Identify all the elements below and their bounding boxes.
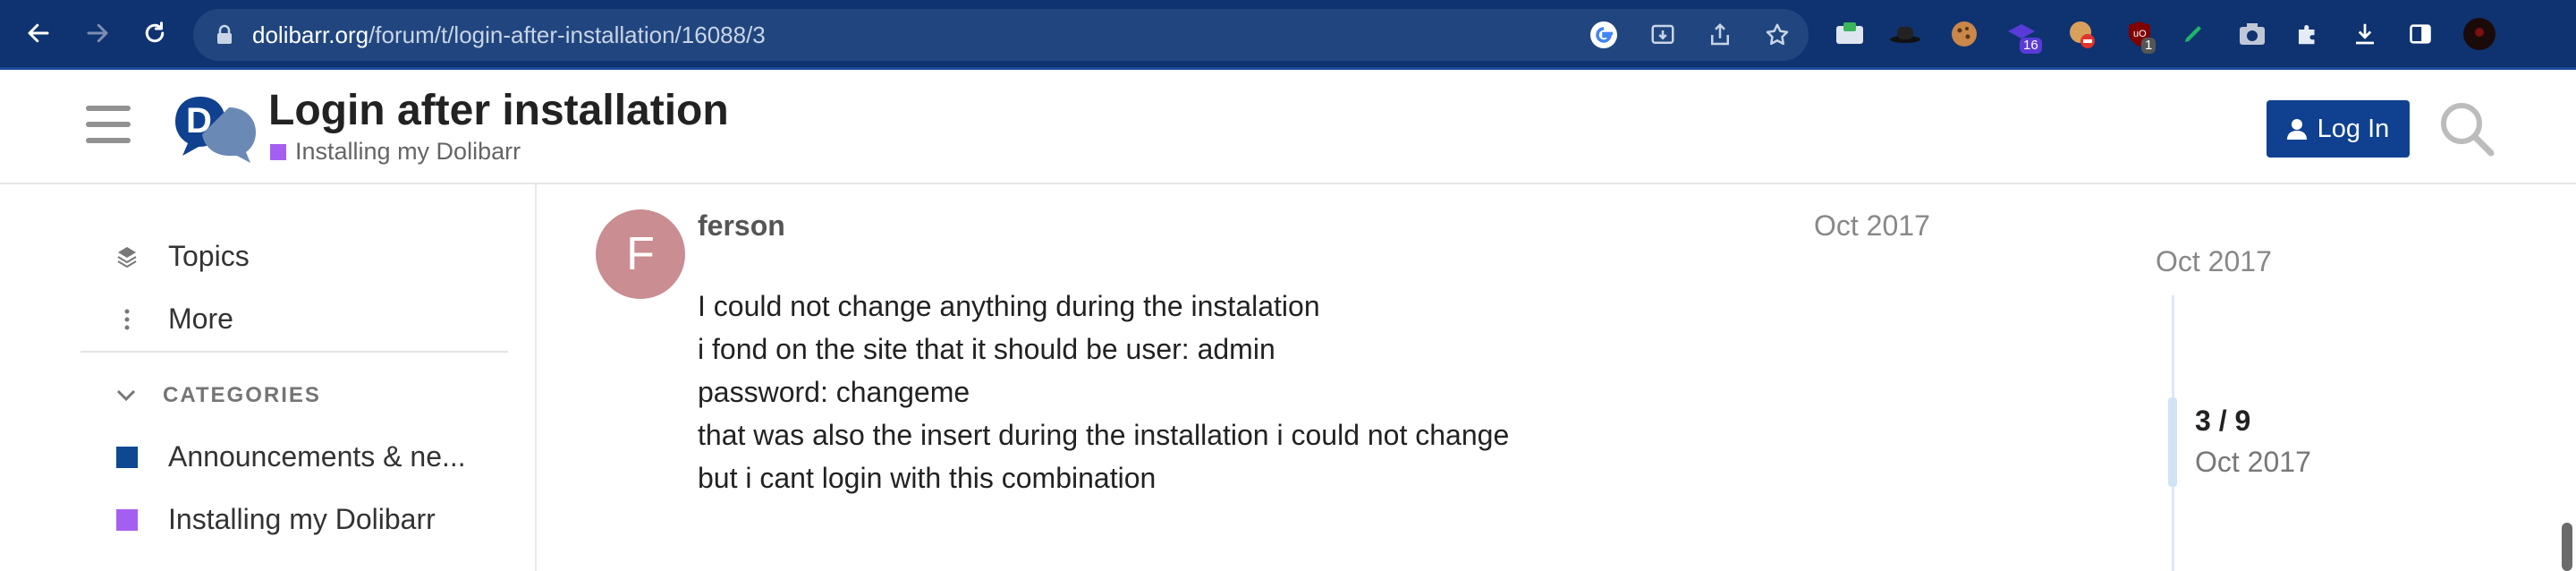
back-arrow-icon [28,23,49,43]
site-header: D Login after installation Installing my… [0,70,2576,184]
category-badge-label: Installing my Dolibarr [295,138,521,165]
extension-badge-count-2: 1 [2141,38,2157,54]
google-icon[interactable] [1587,18,1621,52]
chevron-down-icon [116,389,136,402]
sidebar-category-label: Announcements & ne... [168,440,466,473]
extension-grad-cap-icon[interactable]: 16 [2004,16,2042,54]
sidebar-item-label: Topics [168,240,250,272]
categories-section-toggle[interactable]: CATEGORIES [116,383,321,408]
extension-cookie-blocker-icon[interactable] [2064,16,2100,52]
downloads-icon[interactable] [2347,16,2383,52]
post-body: I could not change anything during the i… [698,285,1509,499]
login-button[interactable]: Log In [2267,100,2410,158]
lock-icon [217,24,232,44]
timeline-start-date[interactable]: Oct 2017 [2156,245,2272,278]
browser-toolbar: dolibarr.org/forum/t/login-after-install… [0,0,2576,70]
forward-button[interactable] [77,13,118,54]
share-icon[interactable] [1703,18,1737,52]
extension-cookie-icon[interactable] [1946,16,1982,52]
back-button[interactable] [18,13,59,54]
url-host: dolibarr.org [252,21,369,48]
post-line: but i cant login with this combination [698,462,1157,494]
sidebar-item-label: More [168,303,233,335]
extension-pen-icon[interactable] [2175,16,2211,52]
address-bar[interactable]: dolibarr.org/forum/t/login-after-install… [193,9,1809,61]
user-icon [2286,119,2307,140]
timeline-scroll-handle[interactable] [2168,397,2177,487]
url-text: dolibarr.org/forum/t/login-after-install… [252,21,766,49]
sidebar-item-more[interactable]: More [116,303,233,336]
login-button-label: Log In [2317,114,2390,143]
timeline-current-date: Oct 2017 [2195,446,2311,478]
post-username[interactable]: ferson [698,209,785,243]
post-line: i fond on the site that it should be use… [698,333,1275,365]
search-button[interactable] [2438,100,2496,158]
post-line: I could not change anything during the i… [698,290,1320,322]
post-date[interactable]: Oct 2017 [1814,209,1930,243]
extension-ublock-icon[interactable]: uO 1 [2122,16,2157,54]
extension-mail-icon[interactable] [1832,16,1868,52]
sidebar-category-label: Installing my Dolibarr [168,503,436,535]
category-color-square [116,508,138,531]
sidebar-category-announcements[interactable]: Announcements & ne... [116,440,466,473]
category-color-square [116,446,138,468]
search-icon [2441,103,2495,157]
extension-badge-count: 16 [2020,38,2042,54]
extension-hat-icon[interactable] [1887,16,1923,52]
category-color-square [270,143,286,160]
svg-text:D: D [186,101,212,141]
hamburger-menu-icon[interactable] [86,106,131,145]
sidebar: Topics More CATEGORIES Announcements & n… [0,184,537,571]
profile-avatar-icon[interactable] [2462,16,2497,52]
extensions-puzzle-icon[interactable] [2290,16,2326,52]
forward-arrow-icon [87,23,108,43]
timeline-position: 3 / 9 [2195,405,2251,437]
layers-icon [117,246,137,268]
categories-heading: CATEGORIES [163,383,321,407]
side-panel-icon[interactable] [2402,16,2438,52]
reload-icon [145,21,165,43]
vertical-dots-icon [124,309,130,329]
post-line: that was also the insert during the inst… [698,419,1510,451]
category-badge[interactable]: Installing my Dolibarr [270,138,521,166]
topic-title[interactable]: Login after installation [268,86,729,135]
user-avatar[interactable]: F [596,209,685,299]
post-line: password: changeme [698,376,970,408]
url-path: /forum/t/login-after-installation/16088/… [369,21,766,48]
install-app-icon[interactable] [1646,18,1680,52]
page-scrollbar[interactable] [2562,523,2572,571]
reload-button[interactable] [134,13,175,54]
bookmark-star-icon[interactable] [1760,18,1794,52]
sidebar-divider [80,351,508,353]
sidebar-category-installing[interactable]: Installing my Dolibarr [116,503,436,536]
sidebar-item-topics[interactable]: Topics [116,240,250,273]
extension-camera-icon[interactable] [2234,16,2270,52]
dolibarr-logo[interactable]: D [174,88,259,165]
